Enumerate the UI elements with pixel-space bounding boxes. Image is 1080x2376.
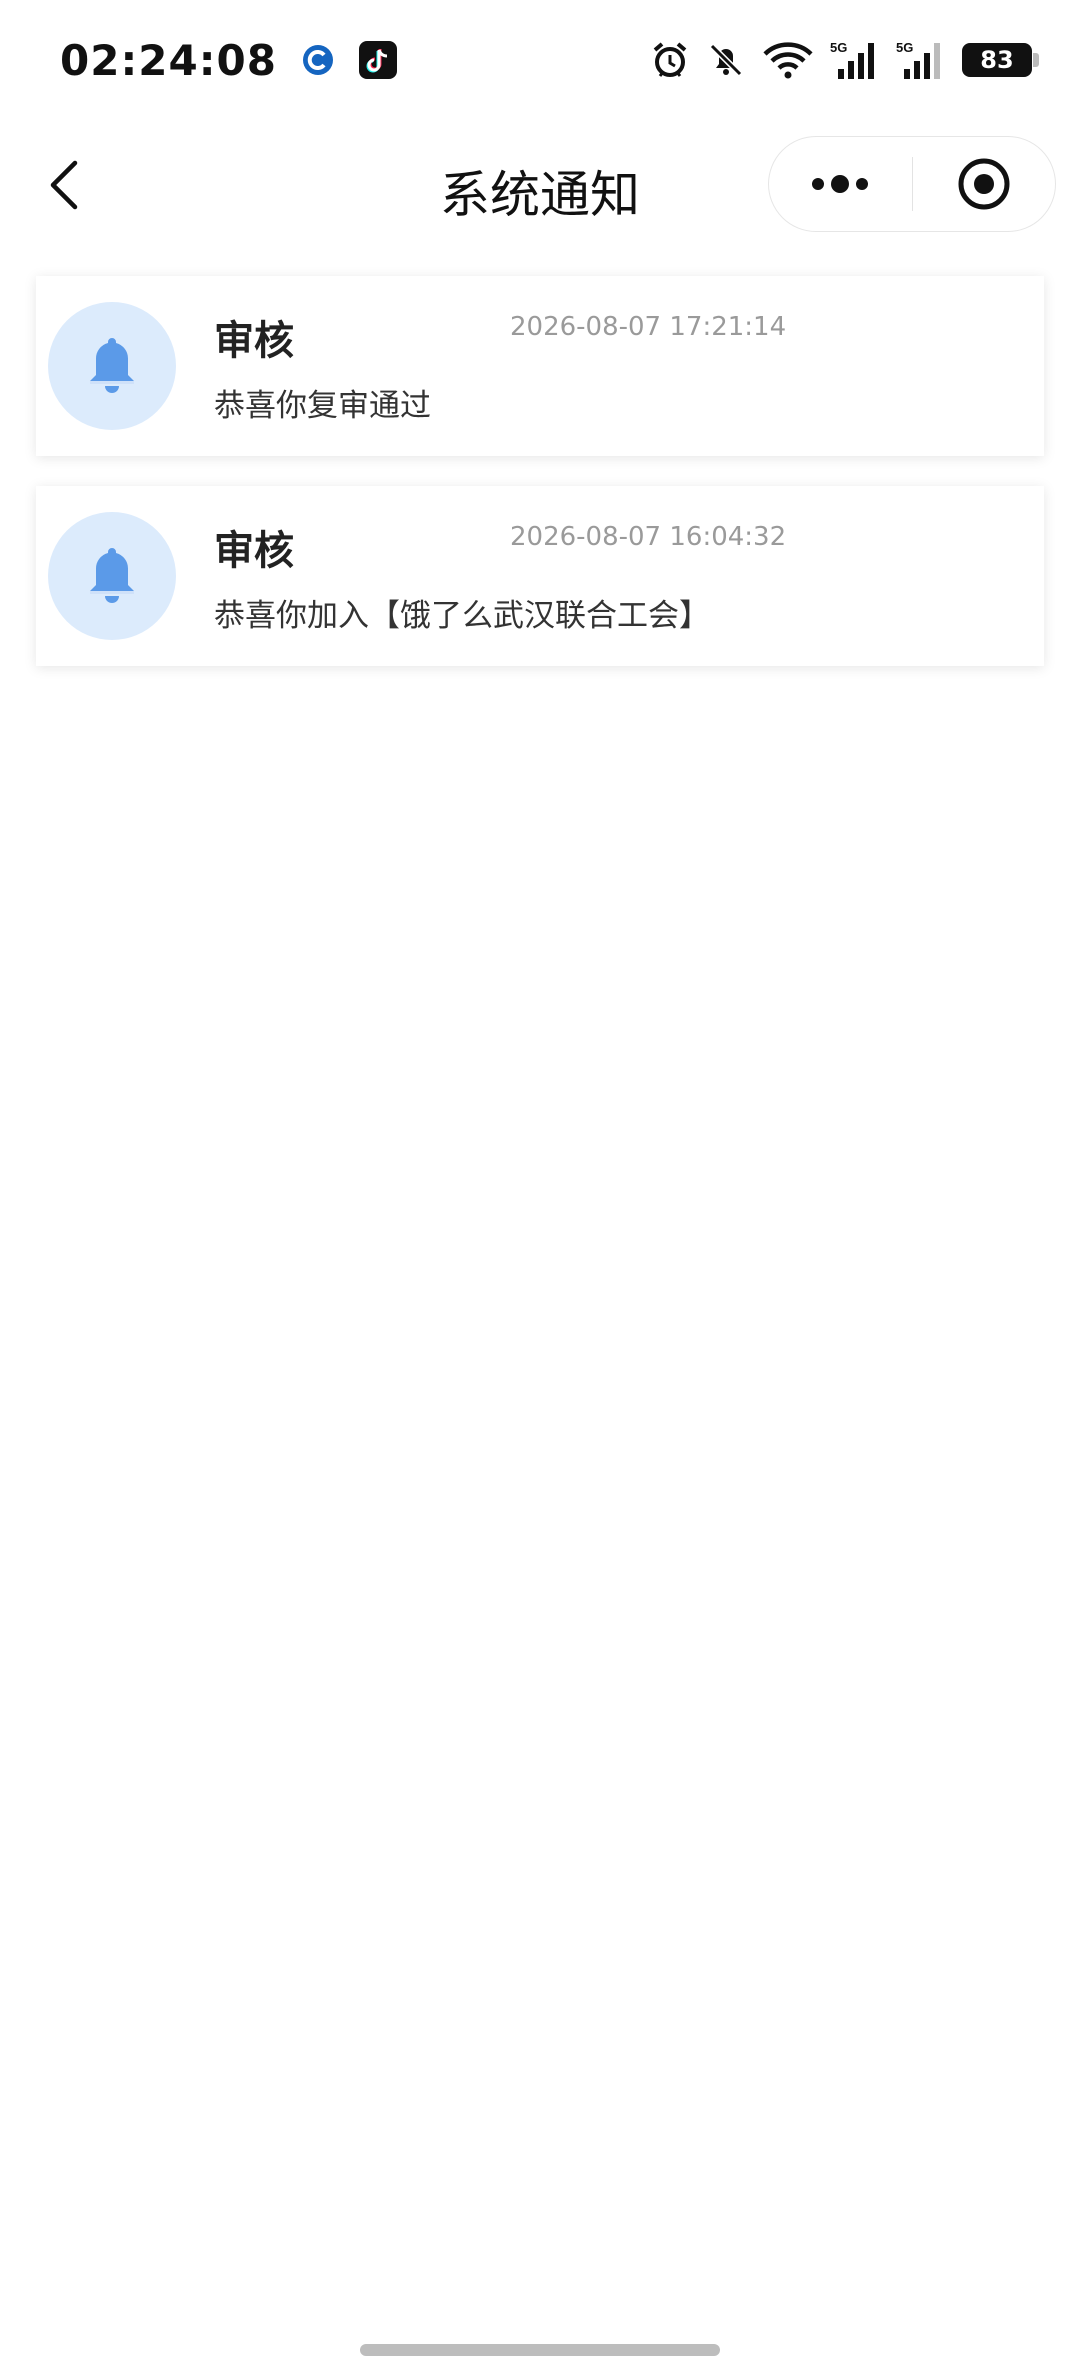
notification-avatar bbox=[48, 302, 176, 430]
mini-program-capsule bbox=[768, 136, 1056, 232]
notification-screen: 02:24:08 5G 5G 83 系统通知 审核 2026-08-07 17:… bbox=[0, 0, 1080, 2376]
notification-item[interactable]: 审核 2026-08-07 16:04:32 恭喜你加入【饿了么武汉联合工会】 bbox=[36, 486, 1044, 666]
signal-5g-icon: 5G bbox=[896, 39, 946, 81]
notification-time: 2026-08-07 17:21:14 bbox=[510, 312, 787, 342]
status-left: 02:24:08 bbox=[60, 36, 397, 85]
notification-list: 审核 2026-08-07 17:21:14 恭喜你复审通过 审核 2026-0… bbox=[36, 276, 1044, 696]
alarm-icon bbox=[650, 40, 690, 80]
notification-time: 2026-08-07 16:04:32 bbox=[510, 522, 787, 552]
battery-level: 83 bbox=[980, 46, 1014, 74]
notification-title: 审核 bbox=[214, 528, 294, 574]
notification-content: 恭喜你加入【饿了么武汉联合工会】 bbox=[214, 598, 710, 634]
battery-tip bbox=[1033, 53, 1039, 67]
close-miniprogram-button[interactable] bbox=[913, 137, 1056, 231]
status-time: 02:24:08 bbox=[60, 35, 277, 85]
bell-muted-icon bbox=[706, 40, 746, 80]
more-button[interactable] bbox=[769, 137, 912, 231]
bell-icon bbox=[90, 338, 134, 393]
status-right: 5G 5G 83 bbox=[650, 39, 1039, 81]
notification-content: 恭喜你复审通过 bbox=[214, 388, 431, 424]
notification-item[interactable]: 审核 2026-08-07 17:21:14 恭喜你复审通过 bbox=[36, 276, 1044, 456]
signal-label: 5G bbox=[830, 40, 847, 55]
status-bar: 02:24:08 5G 5G 83 bbox=[0, 0, 1080, 120]
signal-label: 5G bbox=[896, 40, 913, 55]
battery-icon: 83 bbox=[962, 43, 1039, 77]
nav-bar: 系统通知 bbox=[0, 130, 1080, 240]
target-circle-icon bbox=[958, 158, 1010, 210]
wifi-icon bbox=[762, 40, 814, 80]
notification-title: 审核 bbox=[214, 318, 294, 364]
more-dots-icon bbox=[812, 175, 869, 193]
tiktok-icon bbox=[358, 41, 397, 79]
home-indicator[interactable] bbox=[360, 2344, 720, 2356]
app-logo-icon bbox=[299, 41, 337, 79]
bell-icon bbox=[90, 548, 134, 603]
notification-avatar bbox=[48, 512, 176, 640]
signal-5g-icon: 5G bbox=[830, 39, 880, 81]
